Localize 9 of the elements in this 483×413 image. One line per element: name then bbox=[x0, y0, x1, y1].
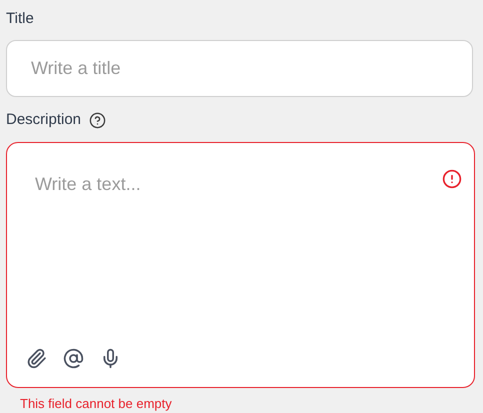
title-field[interactable]: Write a title bbox=[6, 40, 473, 97]
title-label: Title bbox=[6, 9, 34, 29]
description-label: Description bbox=[6, 110, 82, 130]
description-field[interactable]: Write a text... bbox=[6, 142, 475, 388]
help-icon[interactable] bbox=[89, 112, 106, 128]
error-message: This field cannot be empty bbox=[20, 395, 172, 413]
attach-button[interactable] bbox=[26, 348, 47, 369]
mention-button[interactable] bbox=[63, 348, 84, 369]
error-icon bbox=[442, 169, 462, 189]
